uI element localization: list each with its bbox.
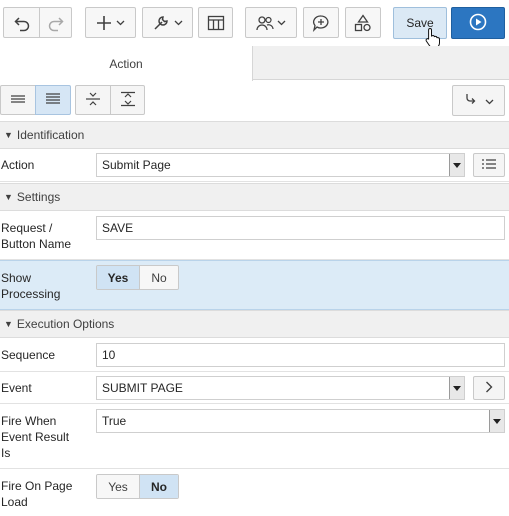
input-value: 10 xyxy=(102,348,116,362)
run-page-button[interactable] xyxy=(451,7,505,39)
section-title: Execution Options xyxy=(16,317,115,331)
select-value: Submit Page xyxy=(102,158,171,172)
label-line: Show xyxy=(1,271,32,285)
property-label: Fire On Page Load xyxy=(1,478,72,510)
label-line: Fire When xyxy=(1,414,57,428)
section-title: Identification xyxy=(16,128,85,142)
comment-plus-icon xyxy=(312,14,330,32)
label-line: Request / xyxy=(1,221,53,235)
property-row-show-processing: Show Processing Yes No xyxy=(0,260,509,310)
property-label: Show Processing xyxy=(1,270,60,302)
rows-comfortable-icon xyxy=(45,92,61,109)
select-arrow-icon xyxy=(449,377,464,399)
chevron-down-icon xyxy=(277,20,286,26)
collapse-all-icon xyxy=(85,91,101,110)
undo-button[interactable] xyxy=(3,7,40,38)
chevron-down-icon xyxy=(174,20,183,26)
select-value: True xyxy=(102,414,127,428)
input-value: SAVE xyxy=(102,221,134,235)
play-circle-icon xyxy=(469,13,487,34)
label-line: Is xyxy=(1,446,11,460)
property-row-action: Action Submit Page xyxy=(0,149,509,182)
comments-button[interactable] xyxy=(303,7,339,38)
utilities-menu-button[interactable] xyxy=(142,7,193,38)
event-goto-button[interactable] xyxy=(473,376,505,400)
wrench-icon xyxy=(152,14,170,32)
redo-button[interactable] xyxy=(40,7,72,38)
page-layout-button[interactable] xyxy=(198,7,233,38)
fire-on-page-load-toggle: Yes No xyxy=(96,474,179,499)
label-line: Button Name xyxy=(1,237,72,251)
undo-icon xyxy=(13,14,31,32)
yes-option[interactable]: Yes xyxy=(97,266,139,289)
section-title: Settings xyxy=(16,190,61,204)
shapes-icon xyxy=(354,13,372,32)
yes-option[interactable]: Yes xyxy=(97,475,139,498)
property-row-fire-when: Fire When Event Result Is True xyxy=(0,404,509,469)
redo-icon xyxy=(47,14,65,32)
toolbar: Save xyxy=(0,0,509,48)
event-select[interactable]: SUBMIT PAGE xyxy=(96,376,465,400)
section-execution-options[interactable]: ▼ Execution Options xyxy=(0,310,509,338)
expand-all-button[interactable] xyxy=(110,85,145,115)
property-row-event: Event SUBMIT PAGE xyxy=(0,372,509,404)
property-label: Action xyxy=(1,158,35,172)
triangle-down-icon: ▼ xyxy=(4,130,13,140)
expand-all-icon xyxy=(120,91,136,110)
rows-compact-icon xyxy=(10,93,26,108)
select-value: SUBMIT PAGE xyxy=(102,381,183,395)
list-icon xyxy=(481,158,497,173)
property-label: Fire When Event Result Is xyxy=(1,413,69,461)
triangle-down-icon: ▼ xyxy=(4,319,13,329)
label-line: Processing xyxy=(1,287,61,301)
section-identification[interactable]: ▼ Identification xyxy=(0,121,509,149)
no-option[interactable]: No xyxy=(139,475,178,498)
property-label: Sequence xyxy=(1,348,56,362)
select-arrow-icon xyxy=(489,410,504,432)
collapse-all-button[interactable] xyxy=(75,85,111,115)
plus-icon xyxy=(96,15,112,31)
no-option[interactable]: No xyxy=(139,266,178,289)
select-arrow-icon xyxy=(449,154,464,176)
label-line: Event Result xyxy=(1,430,70,444)
sequence-input[interactable]: 10 xyxy=(96,343,505,367)
goto-group-button[interactable] xyxy=(452,85,505,116)
property-row-fire-on-page-load: Fire On Page Load Yes No xyxy=(0,469,509,516)
property-label: Request / Button Name xyxy=(1,220,71,252)
label-line: Fire On Page xyxy=(1,479,73,493)
page-layout-icon xyxy=(207,15,225,31)
shapes-button[interactable] xyxy=(345,7,381,38)
fire-when-select[interactable]: True xyxy=(96,409,505,433)
goto-arrow-icon xyxy=(464,92,482,109)
label-line: Load xyxy=(1,495,28,509)
shared-components-button[interactable] xyxy=(245,7,297,38)
action-select[interactable]: Submit Page xyxy=(96,153,465,177)
property-row-sequence: Sequence 10 xyxy=(0,338,509,372)
triangle-down-icon: ▼ xyxy=(4,192,13,202)
tab-action[interactable]: Action xyxy=(0,46,253,81)
list-of-values-button[interactable] xyxy=(473,153,505,177)
request-input[interactable]: SAVE xyxy=(96,216,505,240)
chevron-down-icon xyxy=(485,94,494,108)
create-menu-button[interactable] xyxy=(85,7,136,38)
chevron-right-icon xyxy=(485,381,493,396)
property-row-request: Request / Button Name SAVE xyxy=(0,211,509,260)
chevron-down-icon xyxy=(116,20,125,26)
section-settings[interactable]: ▼ Settings xyxy=(0,183,509,211)
show-processing-toggle: Yes No xyxy=(96,265,179,290)
comfortable-rows-button[interactable] xyxy=(35,85,71,115)
compact-rows-button[interactable] xyxy=(0,85,36,115)
users-icon xyxy=(256,15,274,31)
property-label: Event xyxy=(1,381,32,395)
